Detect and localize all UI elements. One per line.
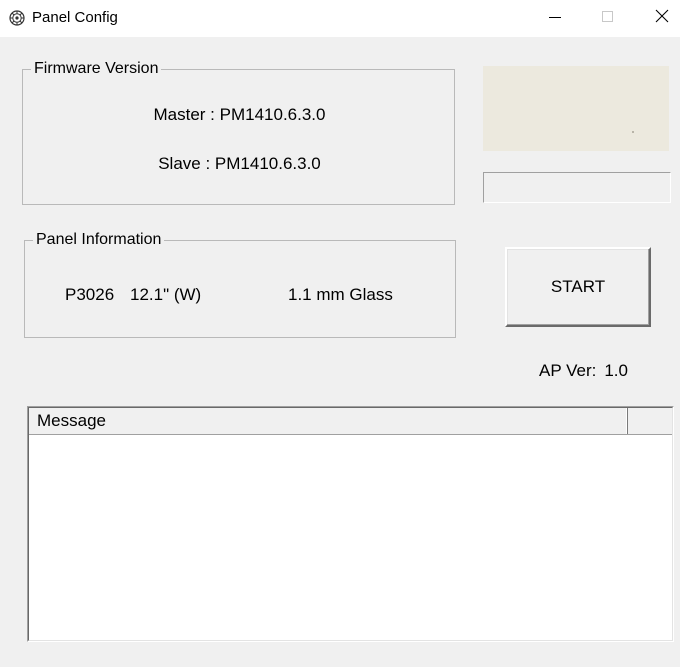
- window-title: Panel Config: [32, 9, 118, 26]
- ap-version-label: AP Ver:: [539, 361, 597, 380]
- panel-size-text: 12.1" (W): [130, 285, 202, 304]
- panel-information-group: Panel Information P3026 12.1" (W) 1.1 mm…: [24, 230, 456, 338]
- maximize-button[interactable]: [586, 0, 630, 37]
- status-panel: [483, 66, 669, 151]
- close-button[interactable]: [640, 0, 680, 37]
- panel-config-window: Panel Config Firmware Version Master : P…: [0, 0, 680, 667]
- minimize-button[interactable]: [533, 0, 577, 37]
- maximize-icon: [602, 10, 614, 28]
- column-header-extra[interactable]: [628, 408, 672, 434]
- slave-version-text: Slave : PM1410.6.3.0: [158, 154, 321, 173]
- close-icon: [655, 9, 669, 28]
- panel-information-legend: Panel Information: [33, 230, 165, 250]
- message-list-header: Message: [29, 408, 672, 435]
- gear-icon: [9, 10, 25, 26]
- ap-version: AP Ver: 1.0: [539, 361, 628, 381]
- status-dot: [632, 131, 634, 133]
- message-list[interactable]: Message: [27, 406, 674, 642]
- master-version-text: Master : PM1410.6.3.0: [153, 105, 326, 124]
- ap-version-value: 1.0: [604, 361, 628, 380]
- column-header-message[interactable]: Message: [29, 408, 628, 434]
- panel-model-text: P3026: [65, 285, 115, 304]
- progress-field: [483, 172, 671, 203]
- firmware-version-group: Firmware Version Master : PM1410.6.3.0 S…: [22, 59, 455, 205]
- minimize-icon: [549, 10, 561, 28]
- start-button[interactable]: START: [505, 247, 651, 327]
- title-bar[interactable]: Panel Config: [0, 0, 680, 37]
- firmware-version-legend: Firmware Version: [31, 59, 162, 79]
- message-list-body[interactable]: Message: [28, 407, 673, 641]
- panel-glass-text: 1.1 mm Glass: [288, 285, 393, 304]
